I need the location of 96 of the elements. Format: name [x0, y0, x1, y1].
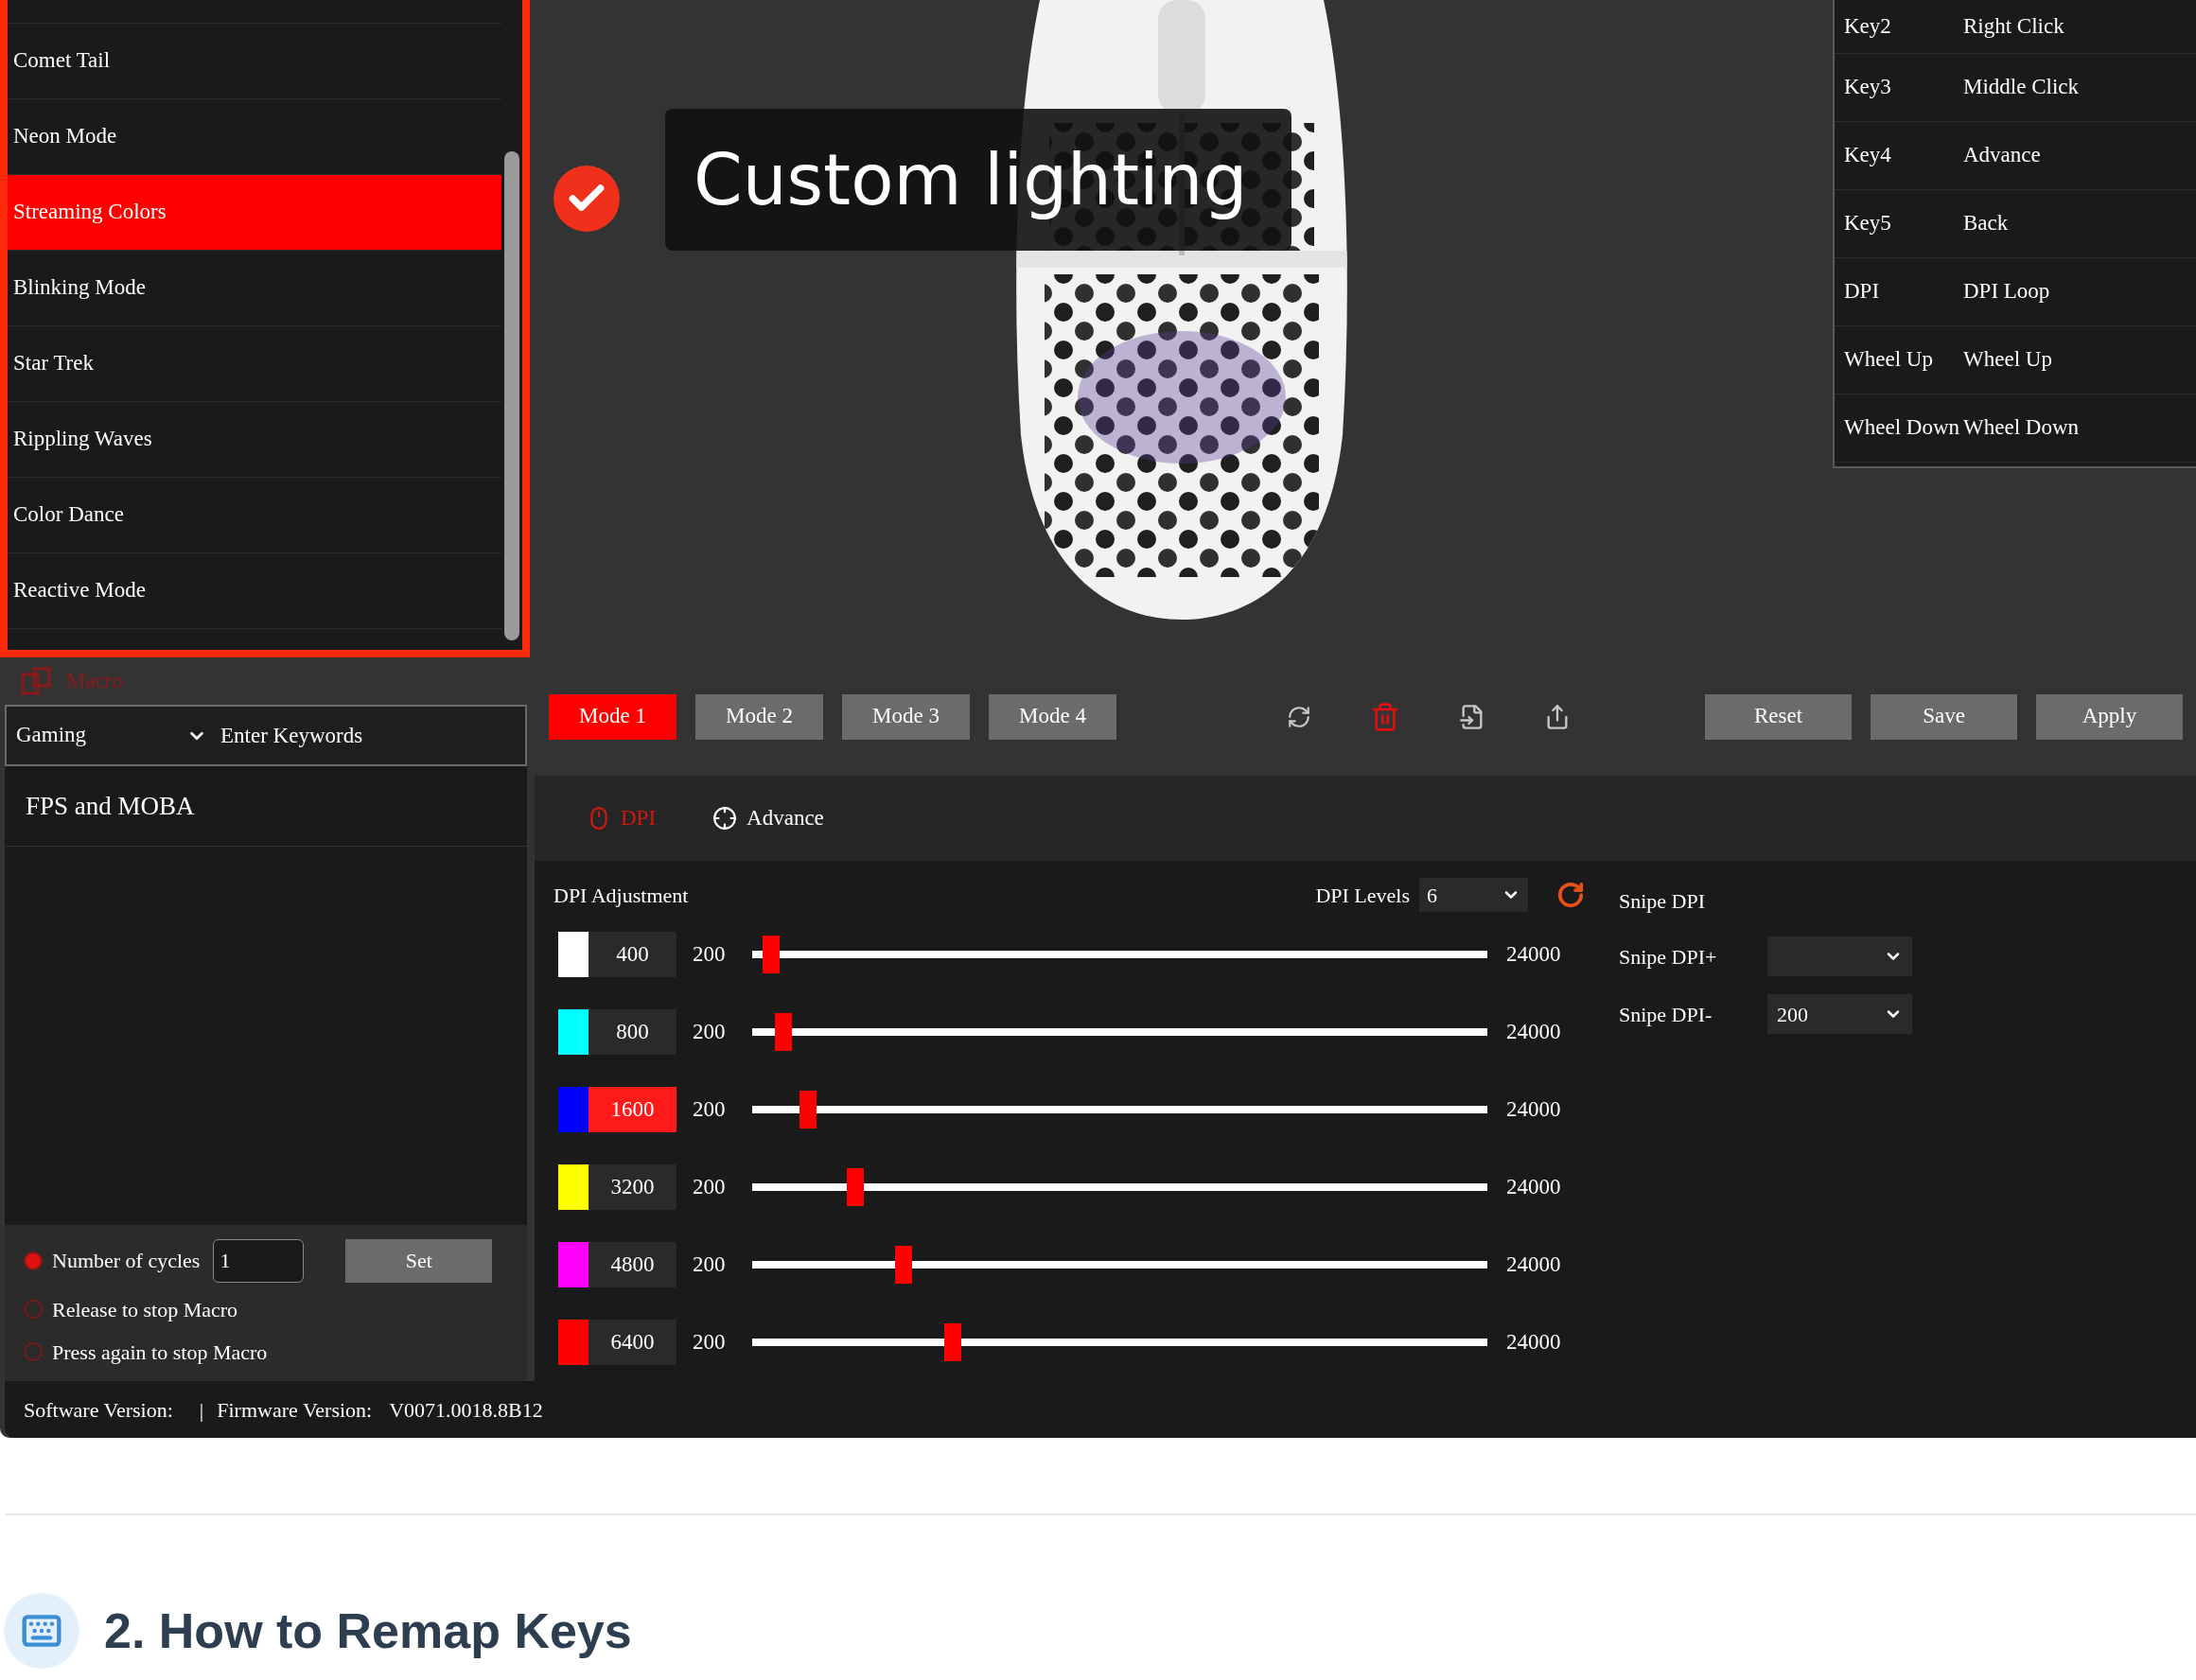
slider-max-label: 24000 — [1506, 1251, 1561, 1278]
radio-button[interactable] — [24, 1251, 43, 1270]
slider-thumb[interactable] — [847, 1168, 865, 1206]
dpi-value[interactable]: 4800 — [589, 1242, 676, 1287]
action-button[interactable]: Reset — [1705, 693, 1852, 740]
dpi-levels-label: DPI Levels — [1315, 882, 1410, 909]
dpi-value[interactable]: 1600 — [589, 1087, 676, 1132]
key-name: Wheel Down — [1843, 414, 1960, 442]
slider-min-label: 200 — [693, 1328, 727, 1356]
lighting-mode-item[interactable]: Star Trek — [8, 326, 501, 402]
software-version-label: Software Version: — [24, 1396, 173, 1424]
dpi-slider[interactable] — [752, 1246, 1487, 1284]
dpi-levels-select[interactable]: 6 — [1419, 878, 1528, 912]
slider-max-label: 24000 — [1506, 1018, 1561, 1045]
slider-min-label: 200 — [693, 1251, 727, 1278]
key-action[interactable]: Wheel Down — [1963, 411, 2079, 445]
scrollbar-thumb[interactable] — [504, 151, 519, 640]
slider-thumb[interactable] — [799, 1091, 817, 1129]
dpi-slider[interactable] — [752, 936, 1487, 973]
dpi-color-swatch[interactable] — [558, 1242, 589, 1287]
reset-icon[interactable] — [1556, 881, 1585, 909]
slider-thumb[interactable] — [774, 1013, 792, 1051]
slider-thumb[interactable] — [944, 1323, 962, 1361]
dpi-slider[interactable] — [752, 1091, 1487, 1129]
lighting-mode-item[interactable]: Rippling Waves — [8, 402, 501, 478]
key-action[interactable]: Wheel Up — [1963, 343, 2052, 376]
delete-icon[interactable] — [1370, 701, 1400, 732]
slider-max-label: 24000 — [1506, 1173, 1561, 1200]
slider-thumb[interactable] — [895, 1246, 913, 1284]
mode-tab[interactable]: Mode 1 — [549, 693, 676, 740]
separator: | — [199, 1396, 204, 1424]
slider-min-label: 200 — [693, 1095, 727, 1123]
snipe-dpi-plus-label: Snipe DPI+ — [1619, 943, 1718, 971]
dpi-color-swatch[interactable] — [558, 1164, 589, 1210]
firmware-version-label: Firmware Version: — [217, 1396, 373, 1424]
snipe-dpi-minus-select[interactable]: 200 — [1767, 994, 1912, 1034]
lighting-mode-item[interactable]: Blinking Mode — [8, 251, 501, 326]
macro-list-item[interactable]: FPS and MOBA — [5, 766, 527, 847]
crosshair-icon — [712, 806, 738, 831]
keyword-search-field[interactable]: Enter Keywords — [217, 707, 525, 764]
category-select[interactable]: Gaming — [7, 707, 217, 764]
option-label: Number of cycles — [52, 1248, 201, 1274]
radio-button[interactable] — [24, 1342, 43, 1361]
tooltip: Custom lighting — [665, 109, 1291, 251]
mode-tab[interactable]: Mode 2 — [695, 693, 823, 740]
lighting-mode-item[interactable]: Color Dance — [8, 478, 501, 553]
sync-icon[interactable] — [1287, 704, 1311, 729]
slider-min-label: 200 — [693, 940, 727, 968]
dpi-value[interactable]: 3200 — [589, 1164, 676, 1210]
slider-min-label: 200 — [693, 1018, 727, 1045]
search-bar[interactable]: Gaming Enter Keywords — [5, 705, 527, 766]
key-action[interactable]: Middle Click — [1963, 71, 2080, 104]
dpi-slider[interactable] — [752, 1323, 1487, 1361]
set-button[interactable]: Set — [345, 1238, 493, 1283]
mode-tab[interactable]: Mode 4 — [989, 693, 1116, 740]
key-action[interactable]: Back — [1963, 207, 2009, 240]
snipe-dpi-title: Snipe DPI — [1619, 887, 1706, 915]
key-action[interactable]: Advance — [1963, 139, 2041, 172]
dpi-adjustment-title: DPI Adjustment — [553, 882, 689, 909]
option-label: Press again to stop Macro — [52, 1339, 268, 1366]
slider-min-label: 200 — [693, 1173, 727, 1200]
radio-button[interactable] — [24, 1300, 43, 1319]
key-name: DPI — [1843, 278, 1881, 306]
slider-max-label: 24000 — [1506, 940, 1561, 968]
firmware-version: V0071.0018.8B12 — [389, 1396, 543, 1424]
dpi-value[interactable]: 400 — [589, 932, 676, 977]
key-name: Key4 — [1843, 142, 1892, 169]
dpi-color-swatch[interactable] — [558, 1009, 589, 1055]
slider-thumb[interactable] — [762, 936, 780, 973]
snipe-dpi-minus-label: Snipe DPI- — [1619, 1001, 1713, 1028]
key-name: Key2 — [1843, 12, 1892, 40]
lighting-mode-item[interactable]: Streaming Colors — [8, 175, 501, 251]
key-name: Wheel Up — [1843, 346, 1934, 374]
dpi-slider[interactable] — [752, 1013, 1487, 1051]
key-action[interactable]: DPI Loop — [1963, 275, 2050, 308]
mode-tab[interactable]: Mode 3 — [842, 693, 970, 740]
lighting-mode-item[interactable]: Reactive Mode — [8, 553, 501, 629]
action-button[interactable]: Save — [1871, 693, 2017, 740]
macro-icon — [21, 667, 53, 695]
section-heading: 2. How to Remap Keys — [104, 1602, 632, 1660]
dpi-color-swatch[interactable] — [558, 1320, 589, 1365]
dpi-color-swatch[interactable] — [558, 1087, 589, 1132]
option-label: Release to stop Macro — [52, 1296, 238, 1323]
dpi-value[interactable]: 6400 — [589, 1320, 676, 1365]
key-name: Key5 — [1843, 210, 1892, 237]
cycles-field[interactable]: 1 — [213, 1238, 305, 1283]
dpi-slider[interactable] — [752, 1168, 1487, 1206]
slider-max-label: 24000 — [1506, 1095, 1561, 1123]
action-button[interactable]: Apply — [2036, 693, 2183, 740]
key-action[interactable]: Right Click — [1963, 9, 2064, 44]
dpi-color-swatch[interactable] — [558, 932, 589, 977]
key-name: Key3 — [1843, 74, 1892, 101]
dpi-value[interactable]: 800 — [589, 1009, 676, 1055]
lighting-mode-item[interactable]: Comet Tail — [8, 24, 501, 99]
slider-max-label: 24000 — [1506, 1328, 1561, 1356]
panel-tab[interactable]: Advance — [712, 801, 824, 835]
